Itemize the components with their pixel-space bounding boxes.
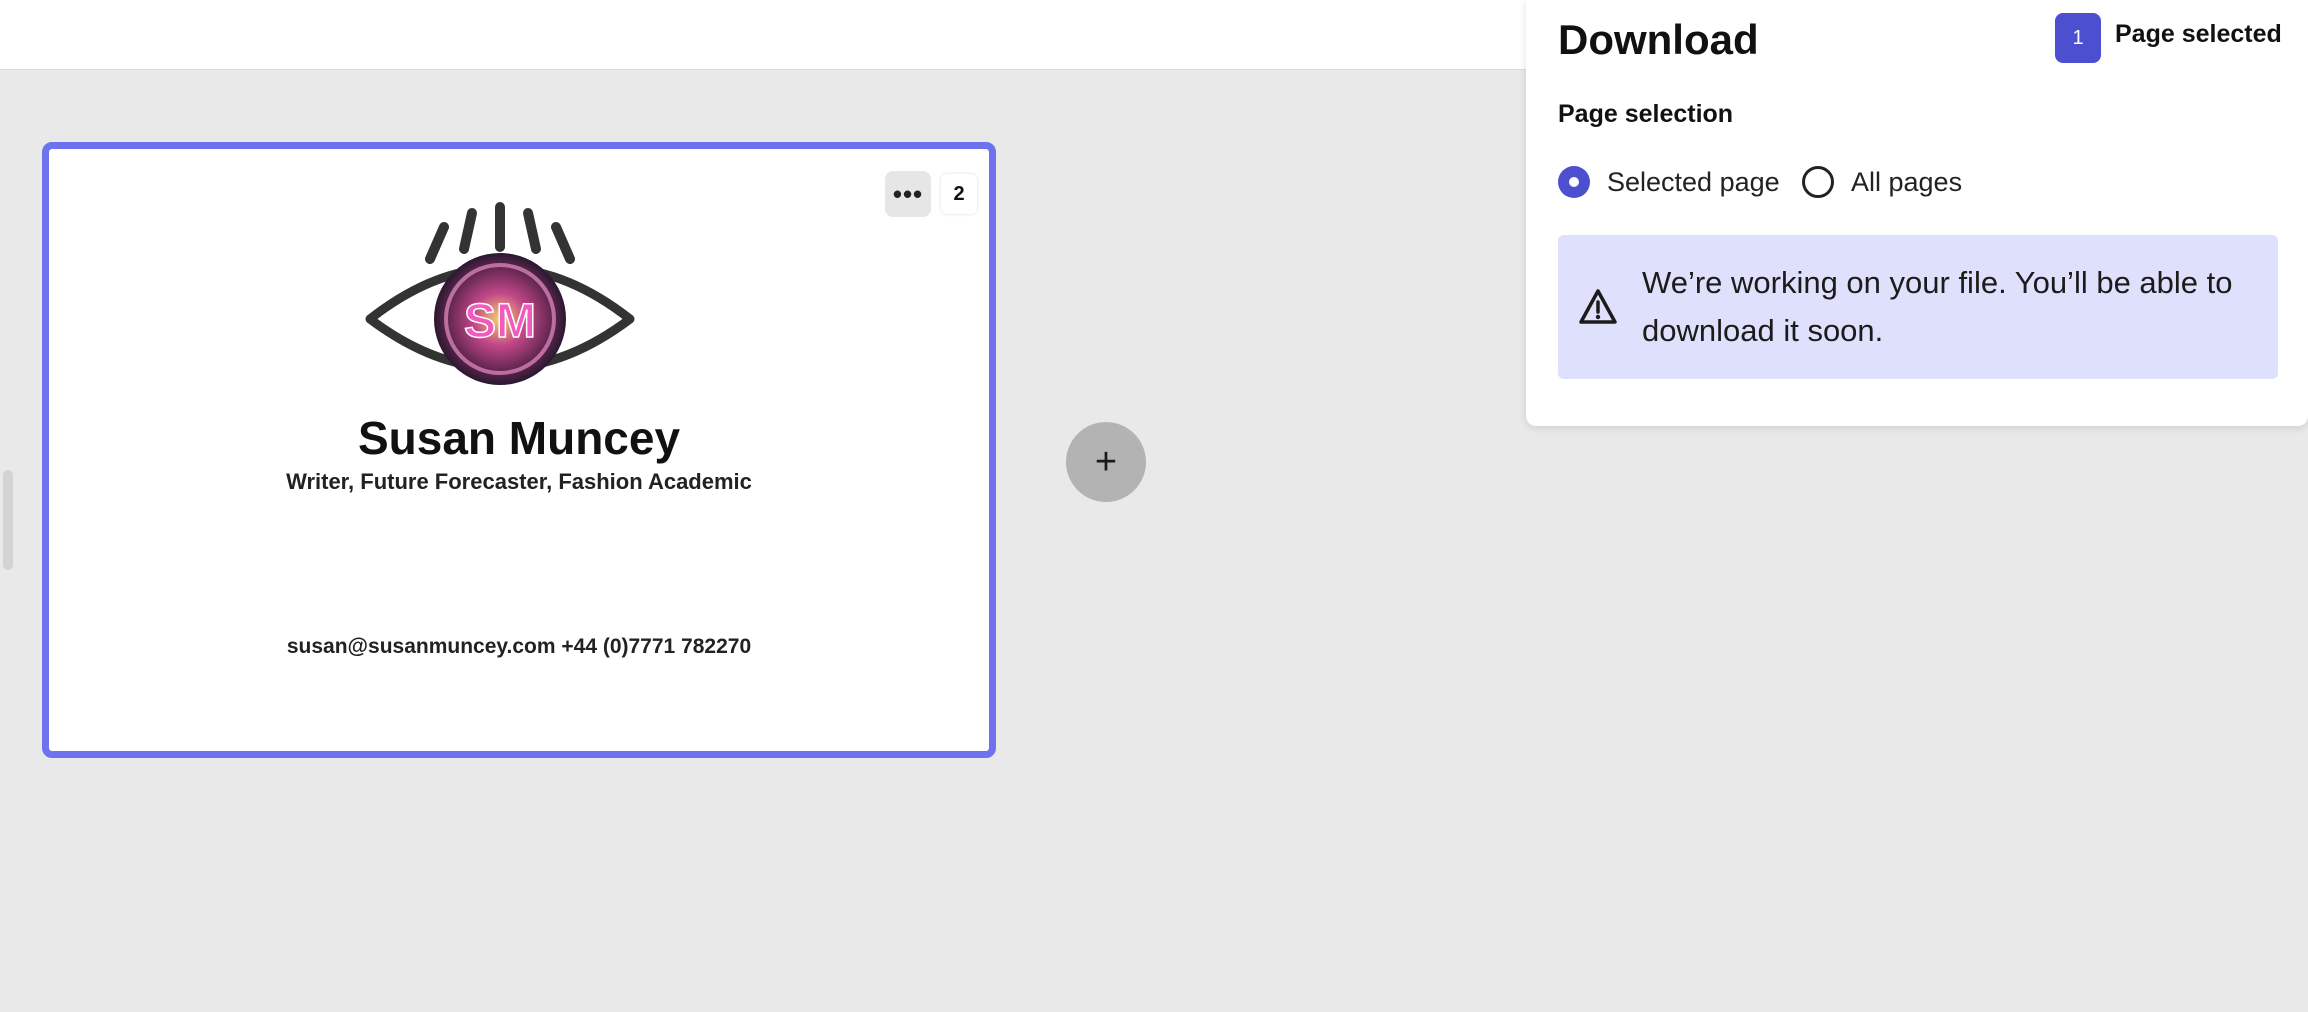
panel-title: Download xyxy=(1558,16,1759,63)
warning-icon xyxy=(1579,289,1617,324)
card-name: Susan Muncey xyxy=(357,412,681,464)
processing-notice: We’re working on your file. You’ll be ab… xyxy=(1558,235,2278,379)
processing-notice-text: We’re working on your file. You’ll be ab… xyxy=(1642,265,2233,348)
page-selection-label: Page selection xyxy=(1558,100,1734,128)
radio-unselected-icon[interactable] xyxy=(1802,166,1834,198)
eye-logo-icon: SM xyxy=(365,202,635,385)
logo-initials: SM xyxy=(464,295,536,348)
card-tagline: Writer, Future Forecaster, Fashion Acade… xyxy=(286,469,752,494)
page-more-options-button[interactable]: ••• xyxy=(885,171,931,217)
selected-count-label: Page selected xyxy=(2115,20,2282,48)
design-page[interactable]: ••• 2 SM Susan Muncey Writer, Future For… xyxy=(42,142,996,758)
scroll-handle[interactable] xyxy=(3,470,13,570)
add-page-button[interactable]: + xyxy=(1066,422,1146,502)
card-contact: susan@susanmuncey.com +44 (0)7771 782270 xyxy=(286,635,752,658)
download-panel: Download 1 Page selected Page selection … xyxy=(1526,0,2308,426)
radio-all-pages[interactable]: All pages xyxy=(1802,166,1962,198)
radio-all-pages-label[interactable]: All pages xyxy=(1851,167,1962,198)
radio-selected-icon[interactable] xyxy=(1558,166,1590,198)
radio-selected-page[interactable]: Selected page xyxy=(1558,166,1780,198)
radio-selected-page-label[interactable]: Selected page xyxy=(1607,167,1780,198)
page-number-badge: 2 xyxy=(941,174,977,214)
selected-count-badge: 1 xyxy=(2055,13,2101,63)
